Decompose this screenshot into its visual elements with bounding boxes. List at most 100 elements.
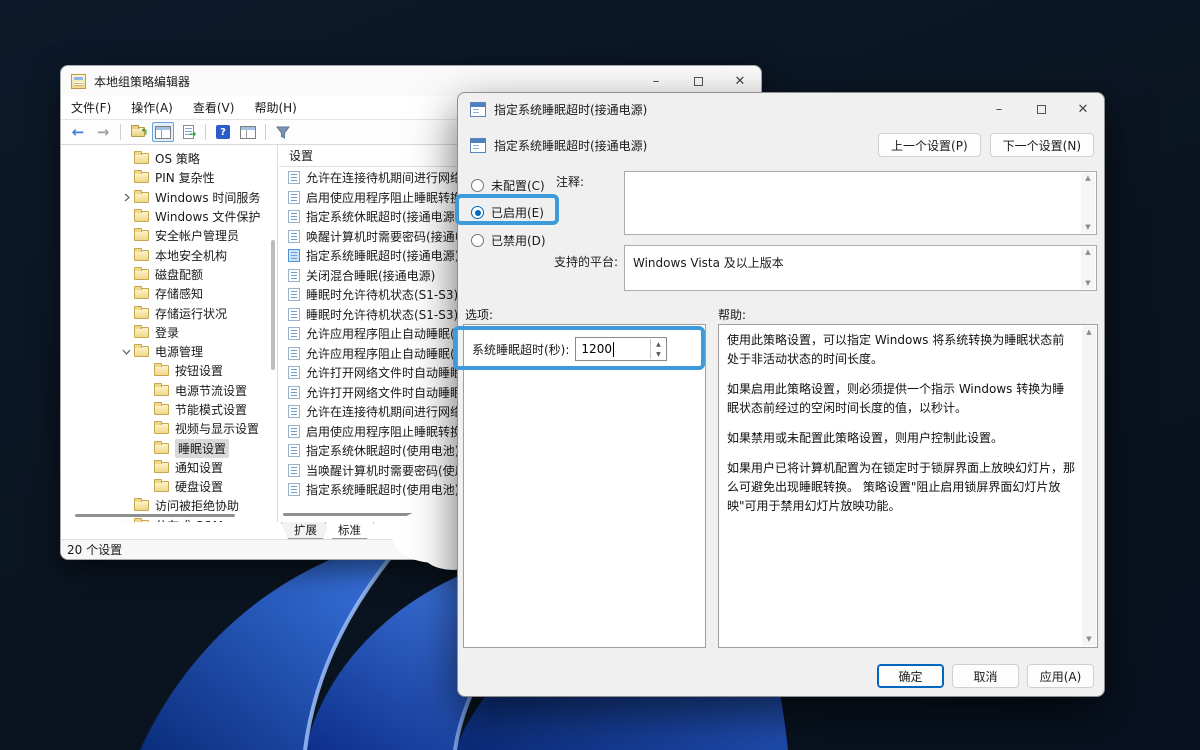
tree-item[interactable]: 节能模式设置 (61, 400, 267, 419)
show-console-tree-button[interactable] (152, 122, 174, 142)
tree-item[interactable]: Windows 文件保护 (61, 207, 267, 226)
menu-action[interactable]: 操作(A) (121, 96, 183, 119)
up-one-level-button[interactable]: ↰ (127, 122, 149, 142)
menu-view[interactable]: 查看(V) (183, 96, 245, 119)
folder-icon (154, 402, 169, 415)
dialog-header: 指定系统睡眠超时(接通电源) 上一个设置(P) 下一个设置(N) (458, 131, 1104, 159)
tree-item[interactable]: 电源管理 (61, 342, 267, 361)
tree-item[interactable]: 存储运行状况 (61, 303, 267, 322)
folder-icon (134, 170, 149, 184)
back-button[interactable]: ← (67, 122, 89, 142)
policy-setting-icon (288, 210, 300, 224)
toolbar-separator (205, 124, 206, 140)
folder-icon (154, 440, 169, 454)
comment-textarea[interactable]: ▲ ▼ (624, 171, 1097, 235)
policy-setting-icon (288, 424, 300, 438)
folder-icon (134, 189, 149, 203)
policy-setting-icon (288, 463, 300, 477)
extended-pane-button[interactable] (237, 122, 259, 142)
supported-on-value: Windows Vista 及以上版本 (633, 256, 784, 270)
tree-item[interactable]: 访问被拒绝协助 (61, 496, 267, 515)
help-panel: 使用此策略设置，可以指定 Windows 将系统转换为睡眠状态前处于非活动状态的… (718, 324, 1098, 648)
toolbar-separator (120, 124, 121, 140)
radio-icon (471, 234, 484, 247)
previous-setting-button[interactable]: 上一个设置(P) (878, 133, 981, 157)
menu-file[interactable]: 文件(F) (61, 96, 121, 119)
scroll-down-icon[interactable]: ▼ (1085, 224, 1090, 231)
chevron-down-icon[interactable] (119, 348, 134, 356)
folder-icon (134, 151, 149, 165)
tree-item[interactable]: 电源节流设置 (61, 381, 267, 400)
folder-icon (134, 266, 149, 280)
scroll-up-icon[interactable]: ▲ (1085, 249, 1090, 256)
tab-standard[interactable]: 标准 (325, 522, 374, 539)
radio-disabled[interactable]: 已禁用(D) (471, 232, 546, 249)
policy-setting-icon (288, 307, 300, 321)
scroll-down-icon[interactable]: ▼ (1085, 280, 1090, 287)
tree-item[interactable]: 视频与显示设置 (61, 419, 267, 438)
policy-name: 指定系统睡眠超时(接通电源) (494, 138, 648, 153)
policy-setting-icon (288, 327, 300, 341)
folder-icon (134, 247, 149, 261)
ok-button[interactable]: 确定 (877, 664, 944, 688)
folder-icon (134, 286, 149, 300)
tree-item[interactable]: 磁盘配额 (61, 265, 267, 284)
annotation-enabled-radio (455, 194, 559, 225)
dialog-app-icon (470, 101, 486, 117)
help-button[interactable]: ? (212, 122, 234, 142)
tree-item[interactable]: 本地安全机构 (61, 245, 267, 264)
help-icon: ? (216, 125, 230, 139)
policy-setting-icon (288, 268, 300, 282)
folder-icon (154, 459, 169, 473)
help-paragraph: 如果启用此策略设置，则必须提供一个指示 Windows 转换为睡眠状态前经过的空… (727, 381, 1065, 415)
cancel-button[interactable]: 取消 (952, 664, 1019, 688)
comment-scrollbar[interactable]: ▲ ▼ (1081, 173, 1095, 233)
tree-item[interactable]: OS 策略 (61, 149, 267, 168)
tree-item[interactable]: 硬盘设置 (61, 477, 267, 496)
tree-item[interactable]: 通知设置 (61, 458, 267, 477)
scroll-up-icon[interactable]: ▲ (1086, 329, 1091, 336)
help-paragraph: 使用此策略设置，可以指定 Windows 将系统转换为睡眠状态前处于非活动状态的… (727, 333, 1065, 366)
forward-button[interactable]: → (92, 122, 114, 142)
supported-on-scrollbar[interactable]: ▲ ▼ (1081, 247, 1095, 289)
tree-vertical-scrollbar[interactable] (271, 240, 275, 370)
tree-item[interactable]: PIN 复杂性 (61, 168, 267, 187)
tree-item[interactable]: 安全帐户管理员 (61, 226, 267, 245)
maximize-icon (693, 76, 703, 86)
folder-icon (154, 479, 169, 493)
scroll-up-icon[interactable]: ▲ (1085, 175, 1090, 182)
tree-horizontal-scrollbar[interactable] (75, 514, 235, 517)
dialog-close-button[interactable]: ✕ (1062, 93, 1104, 125)
gpedit-app-icon (71, 73, 86, 89)
dialog-maximize-button[interactable] (1020, 93, 1062, 125)
supported-on-label: 支持的平台: (554, 255, 619, 269)
scroll-down-icon[interactable]: ▼ (1086, 636, 1091, 643)
policy-setting-icon (470, 137, 486, 153)
policy-setting-icon (288, 385, 300, 399)
console-tree-panel: OS 策略 PIN 复杂性 Windows 时间服务 Windows 文件保护 … (61, 145, 278, 522)
radio-not-configured[interactable]: 未配置(C) (471, 177, 545, 194)
tree-item[interactable]: 存储感知 (61, 284, 267, 303)
tree-item[interactable]: 按钮设置 (61, 361, 267, 380)
tree-item[interactable]: Windows 时间服务 (61, 188, 267, 207)
tree-item[interactable]: 登录 (61, 323, 267, 342)
policy-setting-icon (288, 288, 300, 302)
folder-icon (134, 209, 149, 223)
policy-setting-icon (288, 229, 300, 243)
tab-extended[interactable]: 扩展 (281, 522, 330, 539)
tree-item-sleep-settings-selected[interactable]: 睡眠设置 (61, 438, 267, 458)
export-list-button[interactable]: ➜ (177, 122, 199, 142)
chevron-right-icon[interactable] (119, 193, 134, 202)
menu-help[interactable]: 帮助(H) (244, 96, 306, 119)
help-scrollbar[interactable]: ▲ ▼ (1082, 326, 1096, 646)
radio-icon (471, 179, 484, 192)
help-paragraph: 如果用户已将计算机配置为在锁定时于锁屏界面上放映幻灯片，那么可避免出现睡眠转换。… (727, 460, 1076, 513)
export-list-icon: ➜ (182, 125, 197, 140)
dialog-minimize-button[interactable]: – (978, 93, 1020, 125)
filter-button[interactable] (272, 122, 294, 142)
policy-dialog: 指定系统睡眠超时(接通电源) – ✕ 指定系统睡眠超时(接通电源) 上一个设置(… (457, 92, 1105, 697)
next-setting-button[interactable]: 下一个设置(N) (989, 133, 1094, 157)
folder-up-icon: ↰ (131, 125, 148, 138)
apply-button[interactable]: 应用(A) (1027, 664, 1094, 688)
view-tabs: 扩展 标准 (281, 522, 369, 539)
